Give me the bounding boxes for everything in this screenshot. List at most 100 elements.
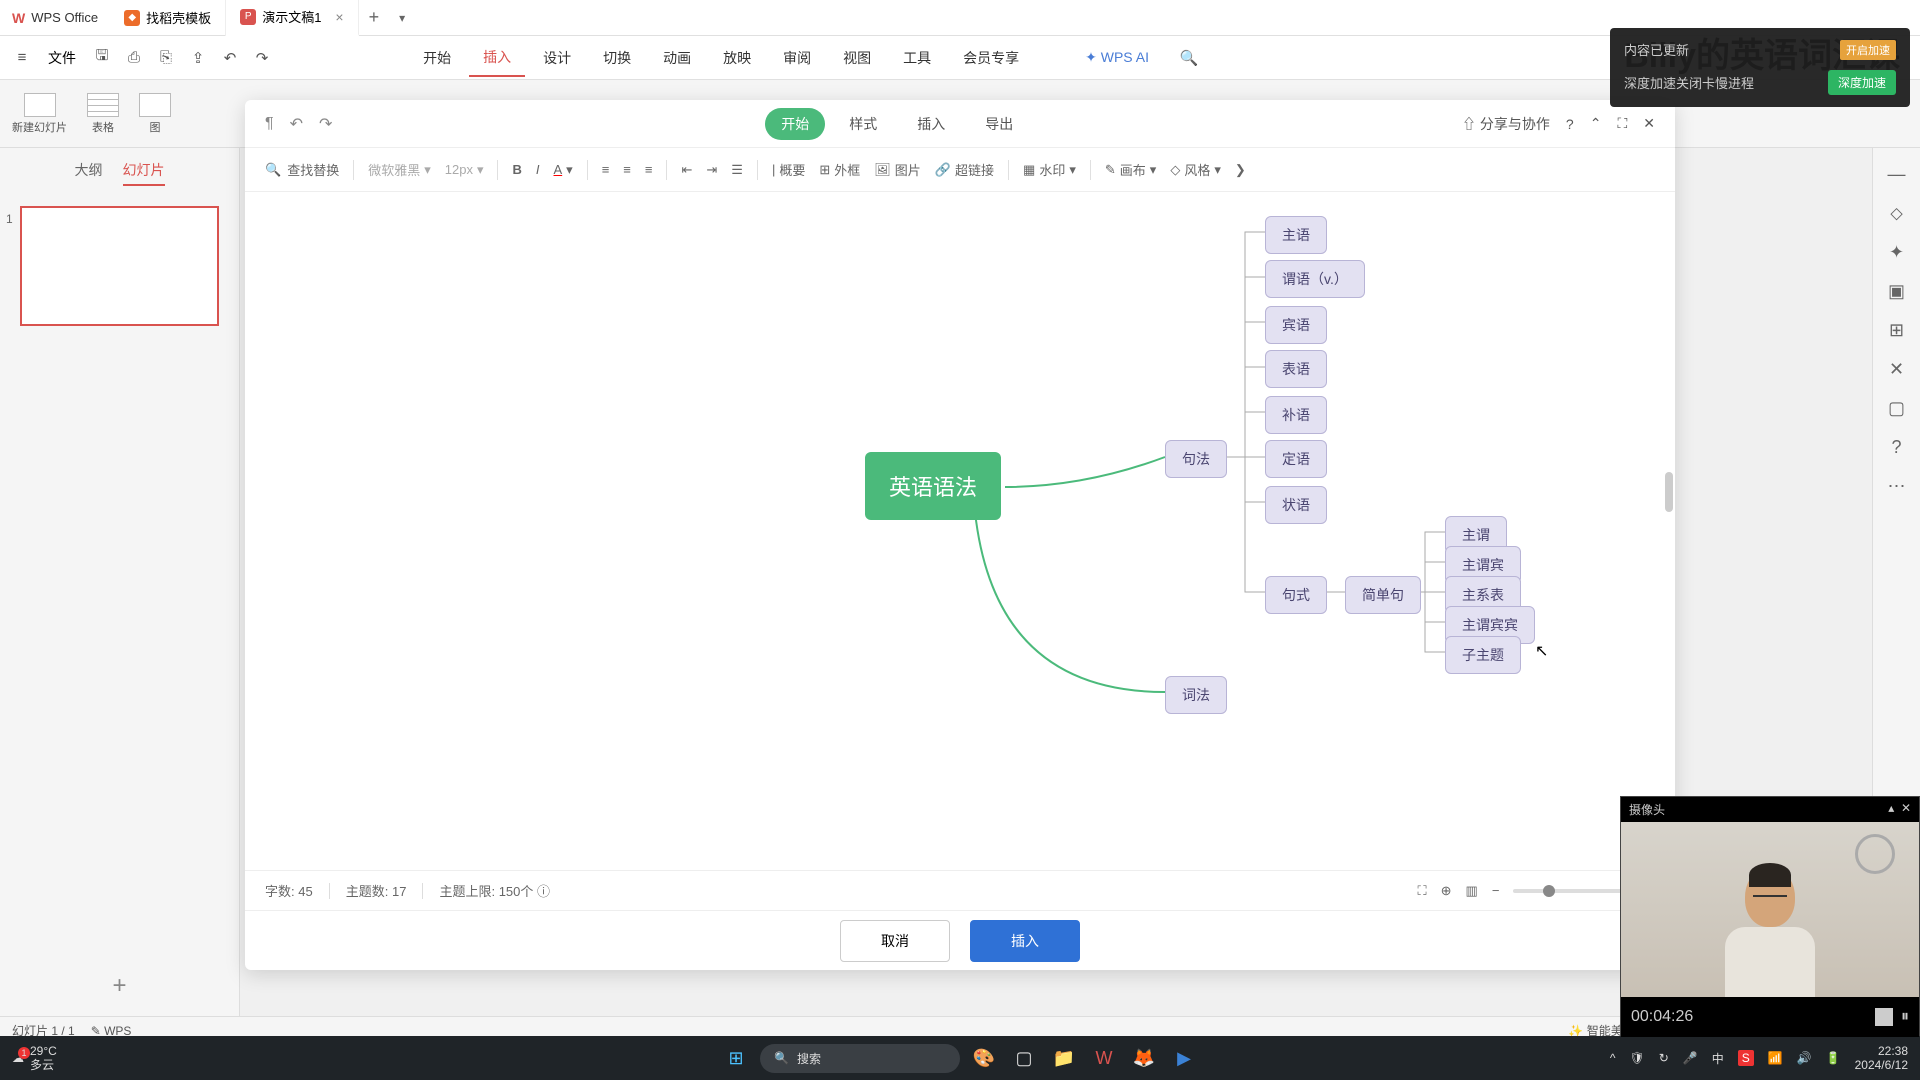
collapse-icon[interactable]: ⌃ <box>1590 115 1602 132</box>
menu-member[interactable]: 会员专享 <box>949 40 1033 76</box>
help-icon[interactable]: ? <box>1891 437 1901 458</box>
link-button[interactable]: 🔗 超链接 <box>935 160 994 179</box>
help-icon[interactable]: ? <box>1566 116 1574 132</box>
menu-tools[interactable]: 工具 <box>889 40 945 76</box>
redo-icon[interactable]: ↷ <box>248 44 276 72</box>
undo-icon[interactable]: ↶ <box>216 44 244 72</box>
border-button[interactable]: ⊞ 外框 <box>819 160 860 179</box>
chevron-up-icon[interactable]: ^ <box>1610 1051 1616 1065</box>
tools-icon[interactable]: ✕ <box>1889 359 1904 380</box>
stop-button[interactable] <box>1875 1008 1893 1026</box>
template-icon[interactable]: ⊞ <box>1889 320 1904 341</box>
firefox-icon[interactable]: 🦊 <box>1128 1042 1160 1074</box>
watermark-button[interactable]: ▦ 水印 ▾ <box>1023 160 1076 179</box>
screenshot-icon[interactable]: ⛶ <box>1418 883 1427 899</box>
mindmap-node[interactable]: 主语 <box>1265 216 1327 254</box>
menu-insert[interactable]: 插入 <box>469 39 525 77</box>
volume-icon[interactable]: 🔊 <box>1797 1051 1812 1065</box>
target-icon[interactable]: ⊕ <box>1441 883 1452 899</box>
clock[interactable]: 22:38 2024/6/12 <box>1855 1044 1908 1073</box>
size-select[interactable]: 12px ▾ <box>445 162 484 178</box>
align-left-icon[interactable]: ≡ <box>602 162 610 177</box>
app-icon[interactable]: 🎨 <box>968 1042 1000 1074</box>
slides-tab[interactable]: 幻灯片 <box>123 160 165 186</box>
more-icon[interactable]: ⋯ <box>1888 476 1906 497</box>
more-icon[interactable]: ❯ <box>1235 162 1246 178</box>
recorder-icon[interactable]: ▶ <box>1168 1042 1200 1074</box>
italic-button[interactable]: I <box>536 162 540 177</box>
app-logo[interactable]: W WPS Office <box>0 10 110 26</box>
format-icon[interactable]: ¶ <box>265 115 274 133</box>
shield-icon[interactable]: 🛡 <box>1629 1051 1644 1065</box>
modal-tab-style[interactable]: 样式 <box>833 108 893 140</box>
menu-view[interactable]: 视图 <box>829 40 885 76</box>
map-icon[interactable]: ▥ <box>1466 883 1478 899</box>
search-box[interactable]: 🔍 搜索 <box>760 1044 960 1073</box>
mindmap-canvas[interactable]: 英语语法 句法 词法 主语 谓语（v.） 宾语 表语 补语 定语 状语 句式 简… <box>245 192 1675 870</box>
mindmap-node[interactable]: 定语 <box>1265 440 1327 478</box>
close-icon[interactable]: ✕ <box>1643 115 1655 132</box>
insert-button[interactable]: 插入 <box>970 920 1080 962</box>
style-button[interactable]: ◇ 风格 ▾ <box>1170 160 1221 179</box>
modal-tab-export[interactable]: 导出 <box>969 108 1029 140</box>
layers-icon[interactable]: ▣ <box>1888 281 1905 302</box>
menu-animation[interactable]: 动画 <box>649 40 705 76</box>
font-color-button[interactable]: A ▾ <box>554 162 573 178</box>
menu-review[interactable]: 审阅 <box>769 40 825 76</box>
mic-icon[interactable]: 🎤 <box>1683 1051 1698 1065</box>
list-icon[interactable]: ☰ <box>731 162 743 178</box>
mindmap-node[interactable]: 状语 <box>1265 486 1327 524</box>
explorer-icon[interactable]: 📁 <box>1048 1042 1080 1074</box>
undo-icon[interactable]: ↶ <box>290 114 303 134</box>
weather-icon[interactable]: ☁1 <box>12 1051 24 1065</box>
outline-button[interactable]: | 概要 <box>772 160 805 179</box>
diamond-icon[interactable]: ⬦ <box>1890 203 1903 224</box>
taskview-icon[interactable]: ▢ <box>1008 1042 1040 1074</box>
cancel-button[interactable]: 取消 <box>840 920 950 962</box>
slide-thumbnail[interactable]: 1 <box>20 206 219 326</box>
add-tab-button[interactable]: + <box>359 7 390 28</box>
outline-tab[interactable]: 大纲 <box>75 160 103 186</box>
font-select[interactable]: 微软雅黑 ▾ <box>368 160 431 179</box>
mindmap-node[interactable]: 子主题 <box>1445 636 1521 674</box>
table-button[interactable]: 表格 <box>87 93 119 135</box>
file-menu[interactable]: 文件 <box>40 48 84 68</box>
modal-tab-start[interactable]: 开始 <box>765 108 825 140</box>
menu-slideshow[interactable]: 放映 <box>709 40 765 76</box>
indent-icon[interactable]: ⇤ <box>681 162 692 178</box>
wps-ai[interactable]: ✦ WPS AI <box>1071 41 1163 74</box>
wifi-icon[interactable]: 📶 <box>1768 1051 1783 1065</box>
add-slide-button[interactable]: + <box>112 972 126 1000</box>
accelerate-button[interactable]: 深度加速 <box>1828 70 1896 95</box>
hamburger-icon[interactable]: ≡ <box>8 44 36 72</box>
new-slide-button[interactable]: 新建幻灯片 <box>12 93 67 135</box>
image-button[interactable]: 🖼 图片 <box>874 160 921 179</box>
search-box[interactable]: 🔍 查找替换 <box>265 160 339 179</box>
share-button[interactable]: ⇧ 分享与协作 <box>1462 114 1550 134</box>
print-icon[interactable]: ⎘ <box>152 44 180 72</box>
canvas-button[interactable]: ✎ 画布 ▾ <box>1105 160 1156 179</box>
sogou-icon[interactable]: S <box>1738 1050 1754 1066</box>
weather-widget[interactable]: 29°C 多云 <box>30 1044 57 1073</box>
mindmap-node[interactable]: 补语 <box>1265 396 1327 434</box>
modal-tab-insert[interactable]: 插入 <box>901 108 961 140</box>
image-button[interactable]: 图 <box>139 93 171 135</box>
close-icon[interactable]: × <box>335 9 343 25</box>
search-icon[interactable]: 🔍 <box>1175 44 1203 72</box>
tab-document[interactable]: P 演示文稿1 × <box>226 0 358 36</box>
scrollbar-thumb[interactable] <box>1665 472 1673 512</box>
zoom-slider[interactable] <box>1513 889 1633 893</box>
maximize-icon[interactable]: ⛶ <box>1617 115 1627 132</box>
tab-template[interactable]: ◆ 找稻壳模板 <box>110 0 226 36</box>
mindmap-node-simple[interactable]: 简单句 <box>1345 576 1421 614</box>
outdent-icon[interactable]: ⇥ <box>706 162 717 178</box>
print-preview-icon[interactable]: ⎙ <box>120 44 148 72</box>
mindmap-node-lexical[interactable]: 词法 <box>1165 676 1227 714</box>
pause-button[interactable]: ⏸ <box>1901 1008 1909 1026</box>
mindmap-node-syntax[interactable]: 句法 <box>1165 440 1227 478</box>
ime-indicator[interactable]: 中 <box>1712 1050 1724 1067</box>
redo-icon[interactable]: ↷ <box>319 114 332 134</box>
align-center-icon[interactable]: ≡ <box>623 162 631 177</box>
camera-header[interactable]: 摄像头 ▴ ✕ <box>1621 797 1919 822</box>
minus-icon[interactable]: — <box>1888 164 1906 185</box>
